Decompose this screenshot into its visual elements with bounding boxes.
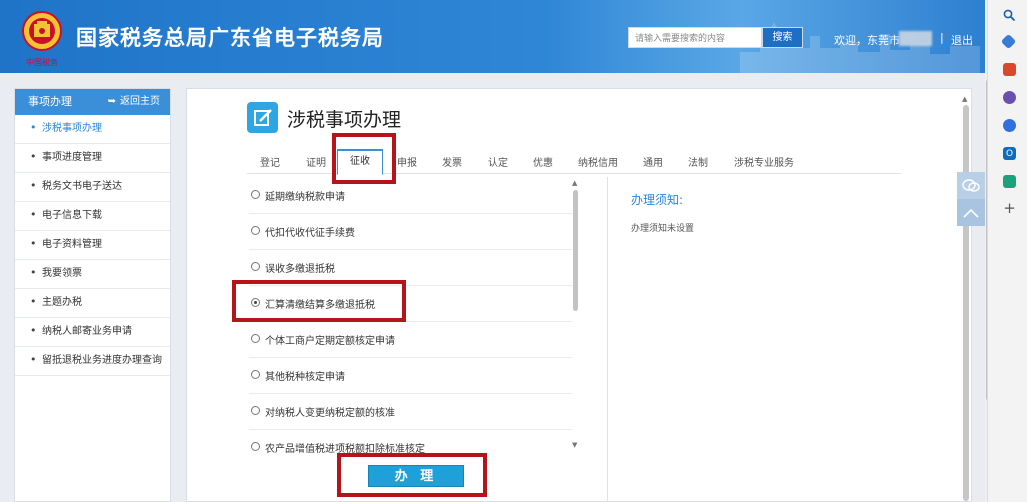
list-item[interactable]: 对纳税人变更纳税定额的核准 [249, 394, 572, 430]
highlight-box-submit [337, 453, 487, 497]
list-scrollbar-thumb[interactable] [573, 190, 578, 311]
sidebar-item-mail[interactable]: 纳税人邮寄业务申请 [15, 318, 170, 347]
back-home-link[interactable]: ➥ 返回主页 [108, 89, 160, 115]
browser-side-panel: O + [987, 0, 1027, 502]
radio-button[interactable] [251, 334, 260, 343]
search-input[interactable] [628, 27, 762, 48]
tab-professional[interactable]: 涉税专业服务 [734, 154, 794, 169]
search-button[interactable]: 搜索 [762, 27, 803, 48]
list-item-label: 代扣代收代征手续费 [265, 228, 355, 239]
sidebar-item-tax-matters[interactable]: 涉税事项办理 [15, 115, 170, 144]
highlight-box-tab [332, 133, 396, 184]
send-icon[interactable] [1003, 175, 1016, 188]
notice-title: 办理须知: [631, 193, 684, 207]
radio-button[interactable] [251, 406, 260, 415]
sidebar-item-topics[interactable]: 主题办税 [15, 289, 170, 318]
column-divider [607, 177, 608, 502]
tax-emblem-icon: 中国税务 [22, 11, 62, 67]
search-icon[interactable] [1003, 9, 1016, 22]
sidebar-item-progress[interactable]: 事项进度管理 [15, 144, 170, 173]
add-icon[interactable]: + [1003, 199, 1016, 217]
sidebar-header: 事项办理 ➥ 返回主页 [15, 89, 170, 115]
sidebar-item-e-delivery[interactable]: 税务文书电子送达 [15, 173, 170, 202]
radio-button[interactable] [251, 370, 260, 379]
header-separator: | [940, 31, 944, 44]
list-scroll-down-icon[interactable]: ▼ [572, 441, 577, 449]
highlight-box-item [232, 280, 406, 322]
list-item-label: 误收多缴退抵税 [265, 264, 335, 275]
list-item-label: 延期缴纳税款申请 [265, 192, 345, 203]
tab-preference[interactable]: 优惠 [533, 154, 553, 169]
list-scroll-up-icon[interactable]: ▲ [572, 179, 577, 187]
tab-recognition[interactable]: 认定 [488, 154, 508, 169]
list-item-label: 对纳税人变更纳税定额的核准 [265, 408, 395, 419]
notice-body: 办理须知未设置 [631, 224, 695, 234]
tab-register[interactable]: 登记 [260, 154, 280, 169]
tab-certificate[interactable]: 证明 [306, 154, 326, 169]
tab-legal[interactable]: 法制 [688, 154, 708, 169]
sidebar-title: 事项办理 [28, 95, 72, 108]
toolbox-icon[interactable] [1003, 63, 1016, 76]
radio-button[interactable] [251, 226, 260, 235]
back-home-label: 返回主页 [120, 96, 160, 107]
profile-icon[interactable] [1003, 91, 1016, 104]
list-item[interactable]: 代扣代收代征手续费 [249, 214, 572, 250]
masked-username [899, 31, 932, 46]
page-title: 涉税事项办理 [287, 109, 402, 131]
radio-button[interactable] [251, 190, 260, 199]
list-item[interactable]: 个体工商户定期定额核定申请 [249, 322, 572, 358]
site-header: 中国税务 国家税务总局广东省电子税务局 搜索 欢迎，东莞市 | 退出 [0, 0, 987, 73]
wechat-icon[interactable] [957, 172, 985, 199]
tab-invoice[interactable]: 发票 [442, 154, 462, 169]
list-item[interactable]: 其他税种核定申请 [249, 358, 572, 394]
sidebar-item-get-invoice[interactable]: 我要领票 [15, 260, 170, 289]
sidebar: 事项办理 ➥ 返回主页 涉税事项办理 事项进度管理 税务文书电子送达 电子信息下载… [14, 88, 171, 502]
main-scrollbar-thumb[interactable] [963, 105, 969, 501]
chevron-up-icon[interactable] [957, 199, 985, 226]
outlook-icon[interactable]: O [1003, 147, 1016, 160]
main-scrollbar[interactable]: ▲ [962, 95, 970, 502]
tab-declaration[interactable]: 申报 [397, 154, 417, 169]
back-arrow-icon: ➥ [107, 96, 116, 107]
welcome-text: 欢迎，东莞市 [834, 34, 900, 47]
edit-document-icon [247, 102, 278, 133]
tag-icon[interactable] [1000, 33, 1017, 50]
list-item-label: 个体工商户定期定额核定申请 [265, 336, 395, 347]
scroll-up-arrow-icon[interactable]: ▲ [962, 95, 967, 103]
copilot-icon[interactable] [1003, 119, 1016, 132]
site-title: 国家税务总局广东省电子税务局 [76, 26, 384, 50]
radio-button[interactable] [251, 262, 260, 271]
radio-button[interactable] [251, 442, 260, 451]
tab-credit[interactable]: 纳税信用 [578, 154, 618, 169]
sidebar-item-e-docs[interactable]: 电子资料管理 [15, 231, 170, 260]
emblem-caption: 中国税务 [26, 57, 58, 67]
list-item-label: 其他税种核定申请 [265, 372, 345, 383]
list-scrollbar[interactable]: ▲ ▼ [571, 179, 580, 451]
logout-link[interactable]: 退出 [951, 32, 973, 48]
list-item[interactable]: 延期缴纳税款申请 [249, 178, 572, 214]
sidebar-item-download[interactable]: 电子信息下载 [15, 202, 170, 231]
sidebar-item-refund-query[interactable]: 留抵退税业务进度办理查询 [15, 347, 170, 376]
tab-general[interactable]: 通用 [643, 154, 663, 169]
